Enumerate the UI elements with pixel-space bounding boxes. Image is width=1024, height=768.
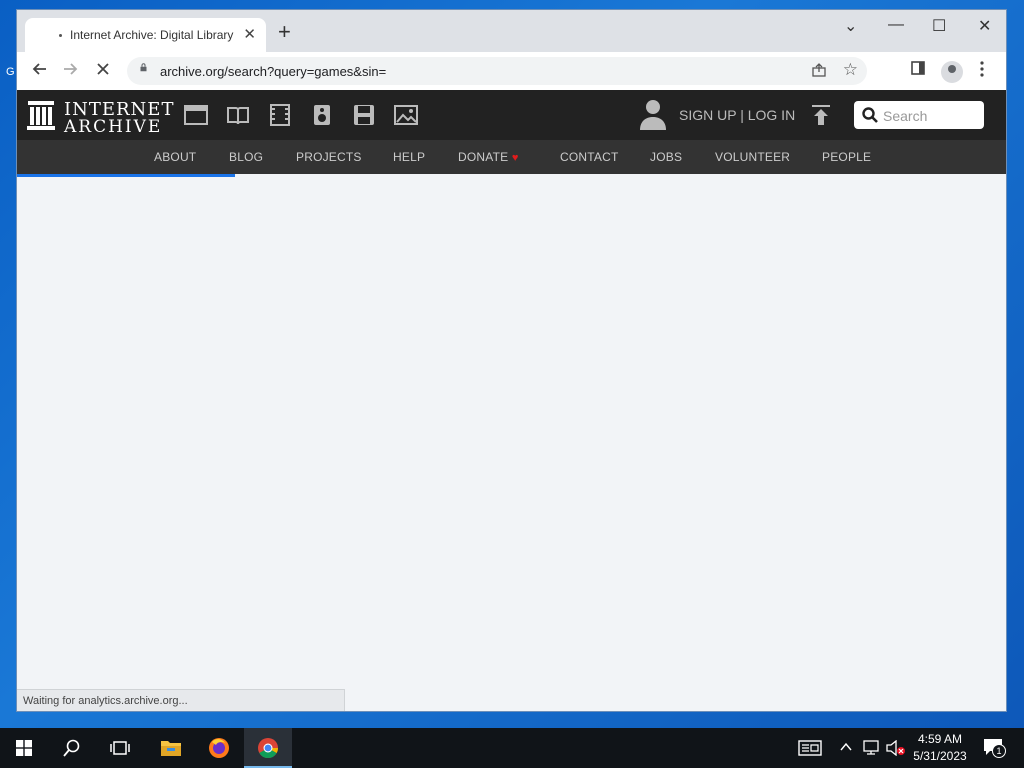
search-icon [63,739,80,757]
tab-title: Internet Archive: Digital Library of Fre… [70,28,235,42]
bookmark-star-icon[interactable]: ☆ [843,60,858,80]
folder-icon [161,741,181,756]
nav-people[interactable]: PEOPLE [822,150,871,164]
ia-search-box[interactable] [854,101,984,129]
taskbar-clock[interactable]: 4:59 AM 5/31/2023 [905,731,975,765]
nav-projects[interactable]: PROJECTS [296,150,362,164]
clock-time: 4:59 AM [917,732,963,746]
nav-jobs[interactable]: JOBS [650,150,682,164]
notification-center-button[interactable]: 1 [983,738,1006,758]
url-text[interactable]: archive.org/search?query=games&sin= [160,64,386,79]
chrome-icon [258,738,279,759]
search-icon[interactable] [862,107,878,123]
taskbar: 4:59 AM 5/31/2023 1 [0,728,1024,768]
profile-avatar-icon[interactable] [941,61,963,83]
signin-link[interactable]: SIGN UP | LOG IN [679,107,795,123]
clock-date: 5/31/2023 [913,749,967,763]
status-bar: Waiting for analytics.archive.org... [17,689,345,711]
desktop-icon-label: G [6,66,15,78]
nav-help[interactable]: HELP [393,150,425,164]
browser-toolbar: archive.org/search?query=games&sin= ☆ [17,52,1006,90]
network-icon[interactable] [862,740,880,756]
windows-icon [16,740,32,756]
web-icon[interactable] [184,104,208,126]
logo-text-archive: ARCHIVE [64,117,163,137]
nav-blog[interactable]: BLOG [229,150,263,164]
news-widget-icon[interactable] [798,740,822,756]
task-view-button[interactable] [96,728,144,768]
notification-count-badge: 1 [992,744,1006,758]
images-icon[interactable] [394,104,418,126]
close-window-button[interactable]: ✕ [978,16,991,36]
loading-icon [59,34,62,37]
heart-icon: ♥ [511,152,519,164]
nav-contact[interactable]: CONTACT [560,150,619,164]
ia-search-input[interactable] [881,105,980,127]
nav-volunteer[interactable]: VOLUNTEER [715,150,790,164]
taskbar-search-button[interactable] [48,728,96,768]
nav-donate[interactable]: DONATE ♥ [458,150,519,164]
audio-icon[interactable] [310,104,334,126]
tab-close-icon[interactable]: ✕ [243,25,256,43]
taskbar-chrome[interactable] [244,728,292,768]
more-menu-icon[interactable] [980,61,984,82]
archive-building-icon [27,101,55,130]
nav-about[interactable]: ABOUT [154,150,196,164]
browser-window: Internet Archive: Digital Library of Fre… [17,10,1006,711]
tab-strip: Internet Archive: Digital Library of Fre… [17,10,1006,52]
firefox-icon [209,738,229,758]
video-icon[interactable] [268,104,292,126]
chevron-up-icon[interactable] [840,742,852,752]
back-icon[interactable] [31,61,47,82]
taskbar-file-explorer[interactable] [147,728,195,768]
user-icon[interactable] [640,99,666,131]
minimize-button[interactable]: — [888,16,904,34]
lock-icon [140,63,147,72]
ia-header: INTERNET ARCHIVE SIGN UP | LOG IN [17,90,1006,140]
side-panel-icon[interactable] [911,61,925,80]
browser-tab[interactable]: Internet Archive: Digital Library of Fre… [25,18,266,52]
share-icon[interactable] [811,62,827,82]
stop-loading-icon[interactable] [95,61,111,82]
start-button[interactable] [0,728,48,768]
nav-donate-label: DONATE [458,150,509,164]
forward-icon[interactable] [63,61,79,82]
desktop-icon-peek[interactable]: G [0,8,18,78]
upload-icon[interactable] [810,104,832,126]
taskbar-firefox[interactable] [195,728,243,768]
maximize-button[interactable]: ☐ [932,16,946,36]
tab-search-icon[interactable]: ⌄ [844,16,857,36]
software-icon[interactable] [352,104,376,126]
ia-logo[interactable]: INTERNET ARCHIVE [27,99,173,137]
new-tab-button[interactable]: + [278,21,291,43]
address-bar[interactable]: archive.org/search?query=games&sin= ☆ [127,57,867,85]
page-content [17,177,1006,711]
ia-nav-bar: ABOUT BLOG PROJECTS HELP DONATE ♥ CONTAC… [17,140,1006,174]
task-view-icon [110,741,130,755]
texts-icon[interactable] [226,104,250,126]
volume-muted-icon[interactable] [886,740,906,756]
